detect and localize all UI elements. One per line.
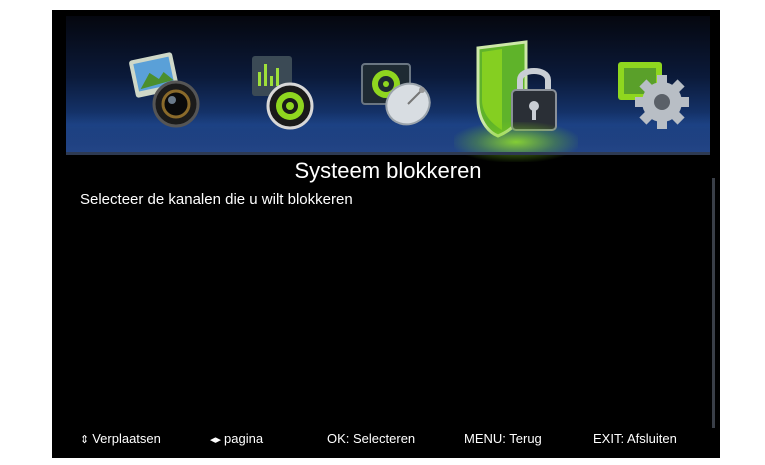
audio-speaker-icon: [252, 56, 314, 130]
hint-move-label: Verplaatsen: [92, 431, 161, 446]
hint-page-label: pagina: [224, 431, 264, 446]
instruction-text: Selecteer de kanalen die u wilt blokkere…: [80, 191, 353, 208]
key-hint-bar: ⇕ Verplaatsen ◂▸ pagina OK: Selecteren MEN…: [52, 428, 720, 450]
left-right-arrows-icon: ◂▸: [210, 434, 222, 446]
channel-list-area[interactable]: [66, 214, 698, 426]
menu-item-audio[interactable]: [238, 46, 328, 138]
main-menu-bar: [66, 16, 710, 162]
hint-page: ◂▸ pagina: [210, 428, 263, 451]
satellite-dish-icon: [361, 63, 431, 126]
hint-move: ⇕ Verplaatsen: [80, 428, 161, 451]
menu-item-installation[interactable]: [352, 46, 442, 138]
menu-item-settings[interactable]: [606, 46, 696, 138]
menu-item-system-lock[interactable]: [454, 38, 578, 162]
menu-divider: [66, 152, 710, 155]
photo-media-icon: [129, 52, 200, 128]
settings-gear-icon: [618, 62, 689, 129]
tv-screen: Systeem blokkeren Selecteer de kanalen d…: [52, 10, 720, 458]
hint-menu: MENU: Terug: [464, 431, 542, 446]
up-down-arrows-icon: ⇕: [80, 434, 90, 446]
page-title: Systeem blokkeren: [294, 158, 482, 183]
hint-ok: OK: Selecteren: [327, 431, 416, 446]
menu-item-media[interactable]: [124, 46, 214, 138]
hint-exit: EXIT: Afsluiten: [593, 431, 677, 446]
shield-lock-icon: [476, 40, 557, 138]
scrollbar[interactable]: [712, 178, 715, 428]
